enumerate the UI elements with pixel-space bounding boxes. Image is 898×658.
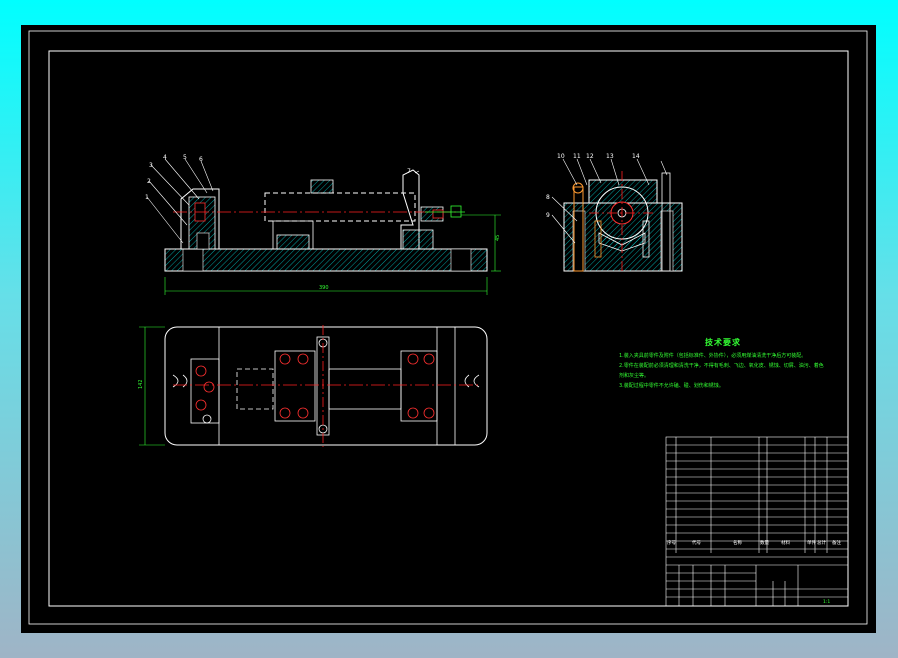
dim-length: 390 [319,285,329,291]
svg-text:单件: 单件 [807,539,816,546]
balloon-4: 4 [163,154,167,161]
balloon-6: 6 [199,156,203,163]
svg-text:数量: 数量 [760,539,769,546]
note-3: 3.装配过程中零件不允许磕、碰、划伤和锈蚀。 [619,383,724,389]
balloon-12: 12 [586,153,594,160]
svg-text:材料: 材料 [781,539,790,546]
balloon-8: 8 [546,194,550,201]
side-view [551,158,683,273]
svg-text:备注: 备注 [832,539,841,546]
dim-width: 142 [138,379,144,389]
cad-drawing-sheet: 1 2 3 4 5 6 7 390 45 8 9 10 11 12 13 14 [21,25,876,633]
parts-list-and-title-block [665,436,849,607]
balloon-9: 9 [546,212,550,219]
svg-text:名称: 名称 [733,539,742,546]
technical-requirements-title: 技术要求 [705,338,741,347]
balloon-2: 2 [147,178,151,185]
balloon-14: 14 [632,153,640,160]
top-view [139,325,488,447]
svg-text:代号: 代号 [692,539,701,546]
inner-border [48,50,849,607]
balloon-7: 7 [407,168,411,175]
front-view [146,158,501,295]
svg-text:序号: 序号 [667,539,676,546]
dim-height: 45 [495,235,501,241]
balloon-1: 1 [145,194,149,201]
balloon-5: 5 [183,154,187,161]
note-1: 1.装入夹具前零件及附件（包括标准件、外协件），必须用煤油清洗干净后方可装配。 [619,353,807,359]
svg-text:1:1: 1:1 [823,599,830,605]
technical-requirements-notes: 1.装入夹具前零件及附件（包括标准件、外协件），必须用煤油清洗干净后方可装配。 … [619,351,825,391]
balloon-3: 3 [149,162,153,169]
balloon-10: 10 [557,153,565,160]
balloon-13: 13 [606,153,614,160]
svg-text:总计: 总计 [817,539,826,546]
balloon-11: 11 [573,153,581,160]
note-2: 2.零件在装配前必须清理和清洗干净，不得有毛刺、飞边、氧化皮、锈蚀、切屑、油污、… [619,363,824,379]
